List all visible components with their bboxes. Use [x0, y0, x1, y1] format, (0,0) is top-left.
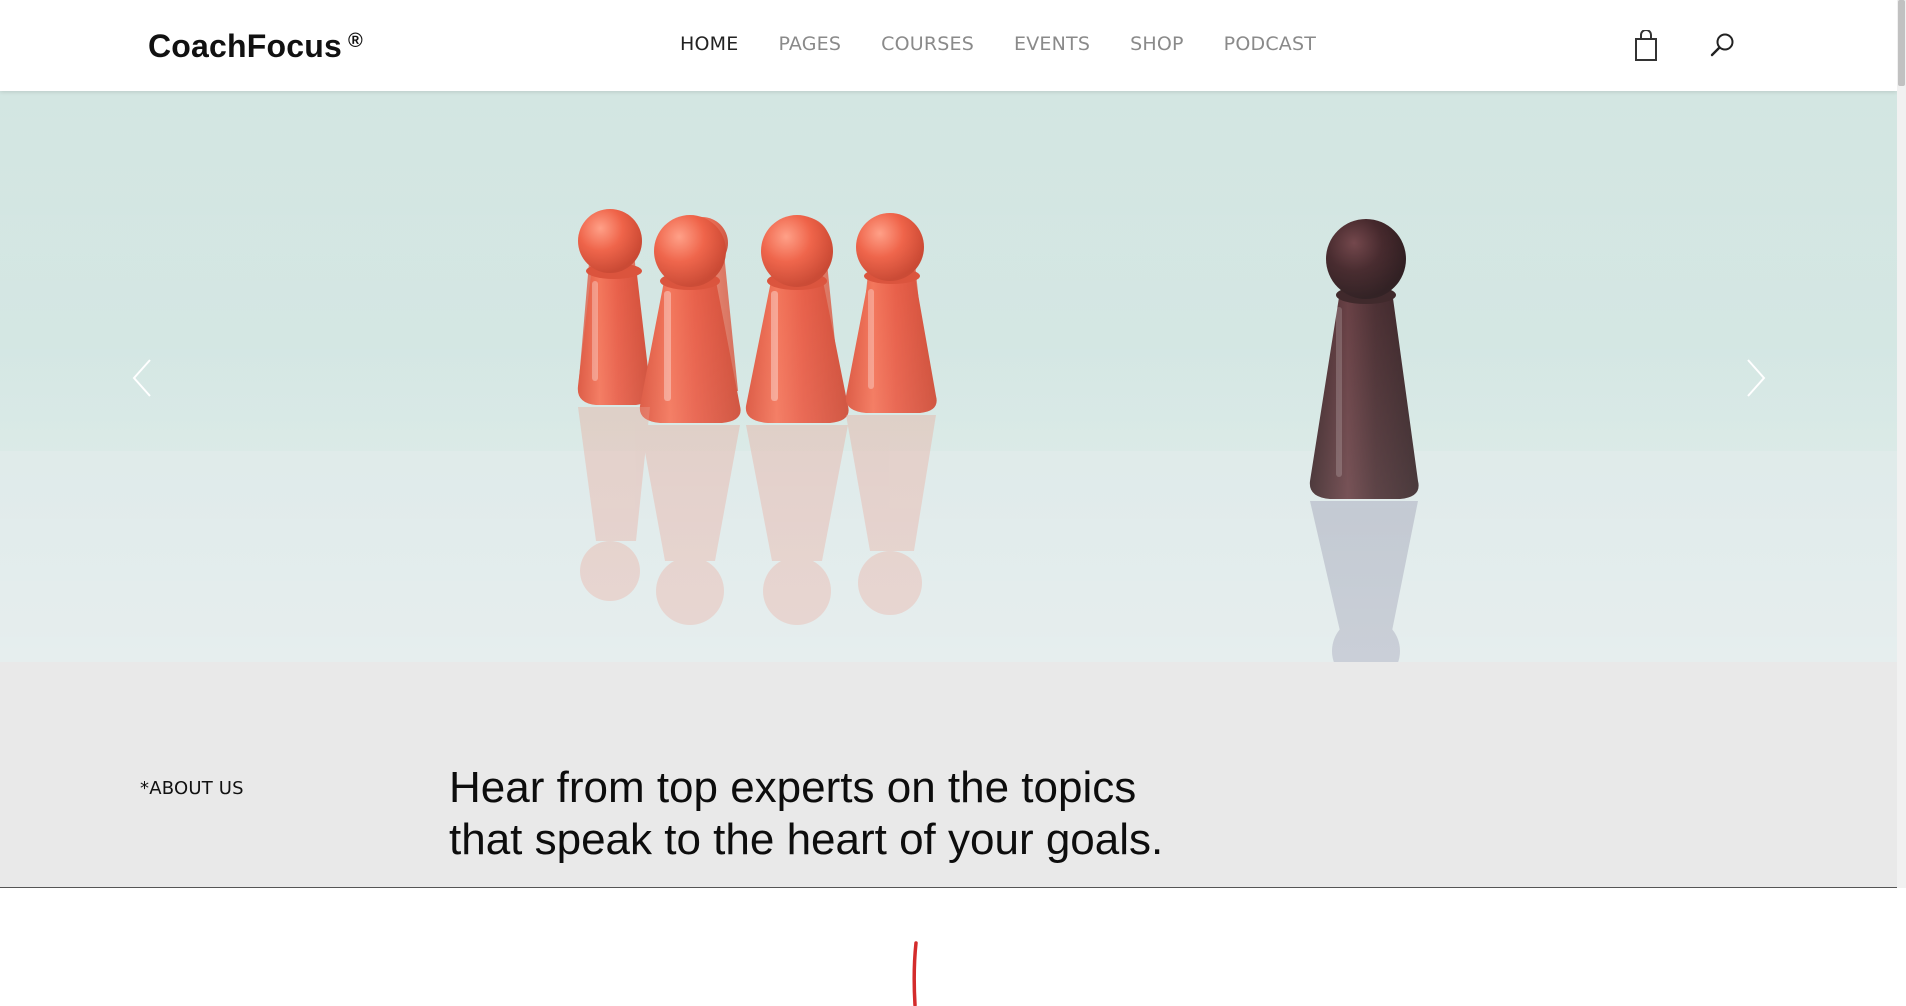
nav-item-pages[interactable]: PAGES: [778, 33, 841, 55]
about-heading-line-1: Hear from top experts on the topics: [449, 763, 1137, 812]
nav-item-courses[interactable]: COURSES: [881, 33, 974, 55]
scrollbar-thumb[interactable]: [1898, 0, 1905, 86]
chevron-right-icon[interactable]: [1740, 356, 1770, 400]
logo-registered-mark: ®: [348, 30, 363, 52]
hero-slider: [0, 91, 1897, 662]
page: CoachFocus ® HOME PAGES COURSES EVENTS SH…: [0, 0, 1906, 1006]
page-scrollbar[interactable]: [1897, 0, 1906, 888]
about-heading: Hear from top experts on the topics that…: [449, 762, 1249, 866]
nav-item-events[interactable]: EVENTS: [1014, 33, 1090, 55]
site-header: CoachFocus ® HOME PAGES COURSES EVENTS SH…: [0, 0, 1897, 91]
nav-item-home[interactable]: HOME: [680, 33, 738, 55]
about-label: *ABOUT US: [140, 778, 244, 799]
logo-text: CoachFocus: [148, 28, 343, 64]
main-nav: HOME PAGES COURSES EVENTS SHOP PODCAST: [680, 33, 1356, 55]
red-accent-stroke: [912, 941, 918, 1006]
next-section: [0, 889, 1906, 1006]
nav-item-podcast[interactable]: PODCAST: [1224, 33, 1316, 55]
about-heading-line-2: that speak to the heart of your goals.: [449, 815, 1164, 864]
chevron-left-icon[interactable]: [128, 356, 158, 400]
nav-item-shop[interactable]: SHOP: [1130, 33, 1184, 55]
shopping-bag-icon[interactable]: [1634, 30, 1658, 62]
hero-image: [0, 91, 1897, 662]
about-section: *ABOUT US Hear from top experts on the t…: [0, 662, 1897, 888]
search-icon[interactable]: [1710, 32, 1736, 58]
site-logo[interactable]: CoachFocus ®: [148, 28, 363, 65]
